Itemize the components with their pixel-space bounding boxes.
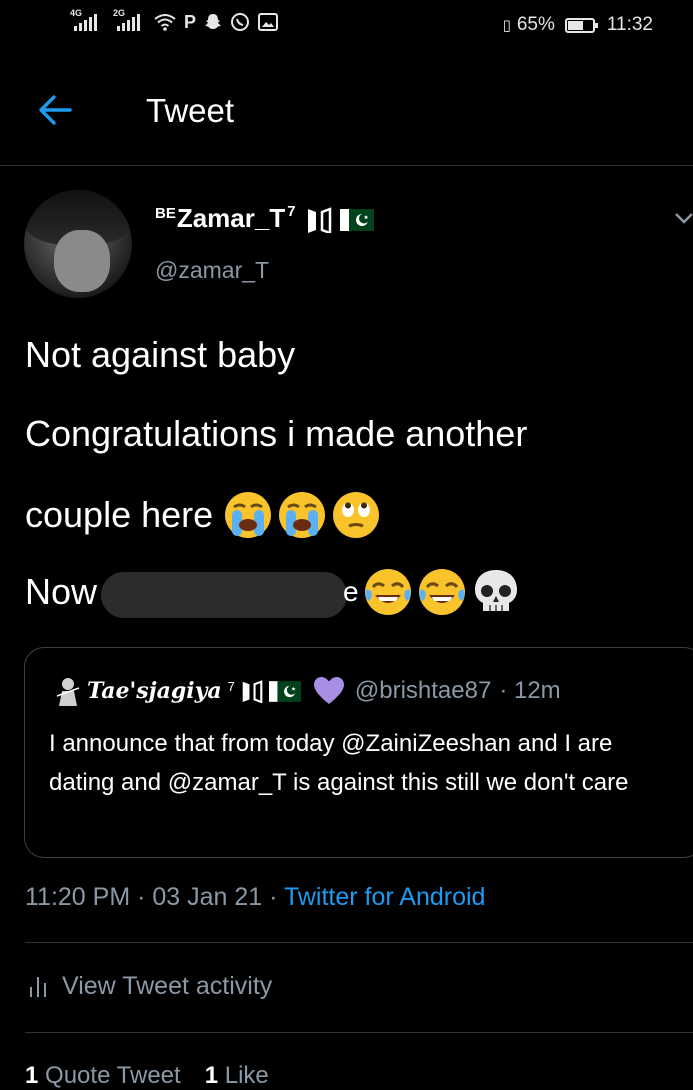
chevron-down-icon[interactable]: [672, 208, 693, 228]
quoted-tweet-header: Tae'sjagiya 7 @brishtae87 · 12m: [55, 676, 561, 706]
emoji-row-2: [363, 567, 521, 617]
quote-time: · 12m: [499, 677, 561, 704]
quote-author-handle: @brishtae87: [354, 677, 492, 704]
tweet-time: 11:20 PM: [25, 883, 131, 911]
divider: [25, 942, 693, 943]
view-tweet-activity-label: View Tweet activity: [62, 972, 273, 1000]
network-type-2: 2G: [113, 7, 126, 18]
tears-of-joy-emoji-icon: [364, 569, 411, 615]
crying-face-emoji-icon: [279, 492, 326, 538]
avatar[interactable]: [24, 190, 132, 298]
redacted-text: [101, 572, 348, 618]
like-count: 1: [204, 1062, 219, 1089]
purple-heart-icon: [313, 677, 344, 704]
crying-face-emoji-icon: [225, 492, 272, 538]
gallery-icon: [258, 13, 279, 31]
emoji-row-1: [223, 490, 381, 540]
tweet-text-line-2: Congratulations i made another: [25, 413, 528, 454]
likes-stat[interactable]: 1 Like: [205, 1062, 269, 1090]
battery-icon: [564, 17, 598, 33]
whatsapp-icon: [231, 13, 250, 31]
author-display-name[interactable]: BE Zamar_T 7: [155, 203, 374, 234]
bts-logo-icon: [307, 207, 331, 233]
tweet-date: · 03 Jan 21 ·: [137, 883, 278, 911]
tweet-text-line-3: couple here: [25, 490, 381, 540]
bar-chart-icon: [30, 976, 46, 997]
author-name: Zamar_T: [176, 203, 286, 233]
tweet-text-line-3-text: couple here: [25, 494, 214, 535]
network-type-1: 4G: [70, 7, 83, 18]
tweet-text-line-4-start: Now: [25, 571, 98, 612]
tears-of-joy-emoji-icon: [418, 569, 465, 615]
quote-author-name: Tae'sjagiya: [87, 678, 222, 704]
tweet-stats: 1 Quote Tweet 1 Like: [25, 1062, 269, 1090]
header: Tweet: [0, 56, 693, 166]
status-bar-right: ▯ 65% 11:32: [503, 14, 653, 36]
quote-tweets-stat[interactable]: 1 Quote Tweet: [25, 1062, 181, 1090]
author-handle[interactable]: @zamar_T: [155, 257, 269, 284]
signal-icon-2: 2G: [113, 8, 140, 31]
pakistan-flag-icon: [268, 680, 301, 702]
quote-avatar[interactable]: [55, 676, 81, 706]
wifi-icon: [154, 14, 176, 31]
eye-roll-emoji-icon: [333, 492, 380, 538]
quote-tweet-label: Quote Tweet: [45, 1062, 181, 1089]
tweet-meta: 11:20 PM · 03 Jan 21 · Twitter for Andro…: [25, 883, 485, 912]
vibrate-icon: ▯: [502, 17, 511, 34]
tweet-text-line-4: Now e: [25, 566, 521, 618]
view-tweet-activity-button[interactable]: View Tweet activity: [28, 972, 272, 1001]
battery-percent: 65%: [516, 14, 555, 35]
clock: 11:32: [606, 14, 653, 35]
parking-icon: P: [184, 12, 197, 32]
pakistan-flag-icon: [339, 209, 374, 231]
status-bar: 4G 2G P ▯ 65% 11:32: [0, 0, 693, 56]
back-arrow-icon[interactable]: [36, 92, 76, 128]
quoted-tweet-text: I announce that from today @ZainiZeeshan…: [49, 730, 629, 796]
skull-emoji-icon: [474, 570, 517, 611]
quote-tweet-count: 1: [25, 1062, 39, 1089]
bts-logo-icon: [242, 680, 263, 703]
author-name-prefix: BE: [155, 205, 176, 222]
tweet-text-line-1: Not against baby: [25, 334, 296, 375]
snapchat-icon: [205, 14, 222, 29]
author-name-sup: 7: [287, 203, 296, 220]
status-bar-left: 4G 2G P: [70, 8, 279, 32]
quoted-tweet-card[interactable]: Tae'sjagiya 7 @brishtae87 · 12m I announ…: [24, 647, 693, 858]
divider: [25, 1032, 693, 1033]
quote-author-name-sup: 7: [227, 678, 235, 694]
page-title: Tweet: [146, 92, 235, 129]
like-label: Like: [224, 1062, 269, 1089]
tweet-text-line-4-end: e: [343, 576, 359, 607]
signal-icon: 4G: [70, 8, 97, 31]
tweet-source-link[interactable]: Twitter for Android: [284, 883, 485, 911]
